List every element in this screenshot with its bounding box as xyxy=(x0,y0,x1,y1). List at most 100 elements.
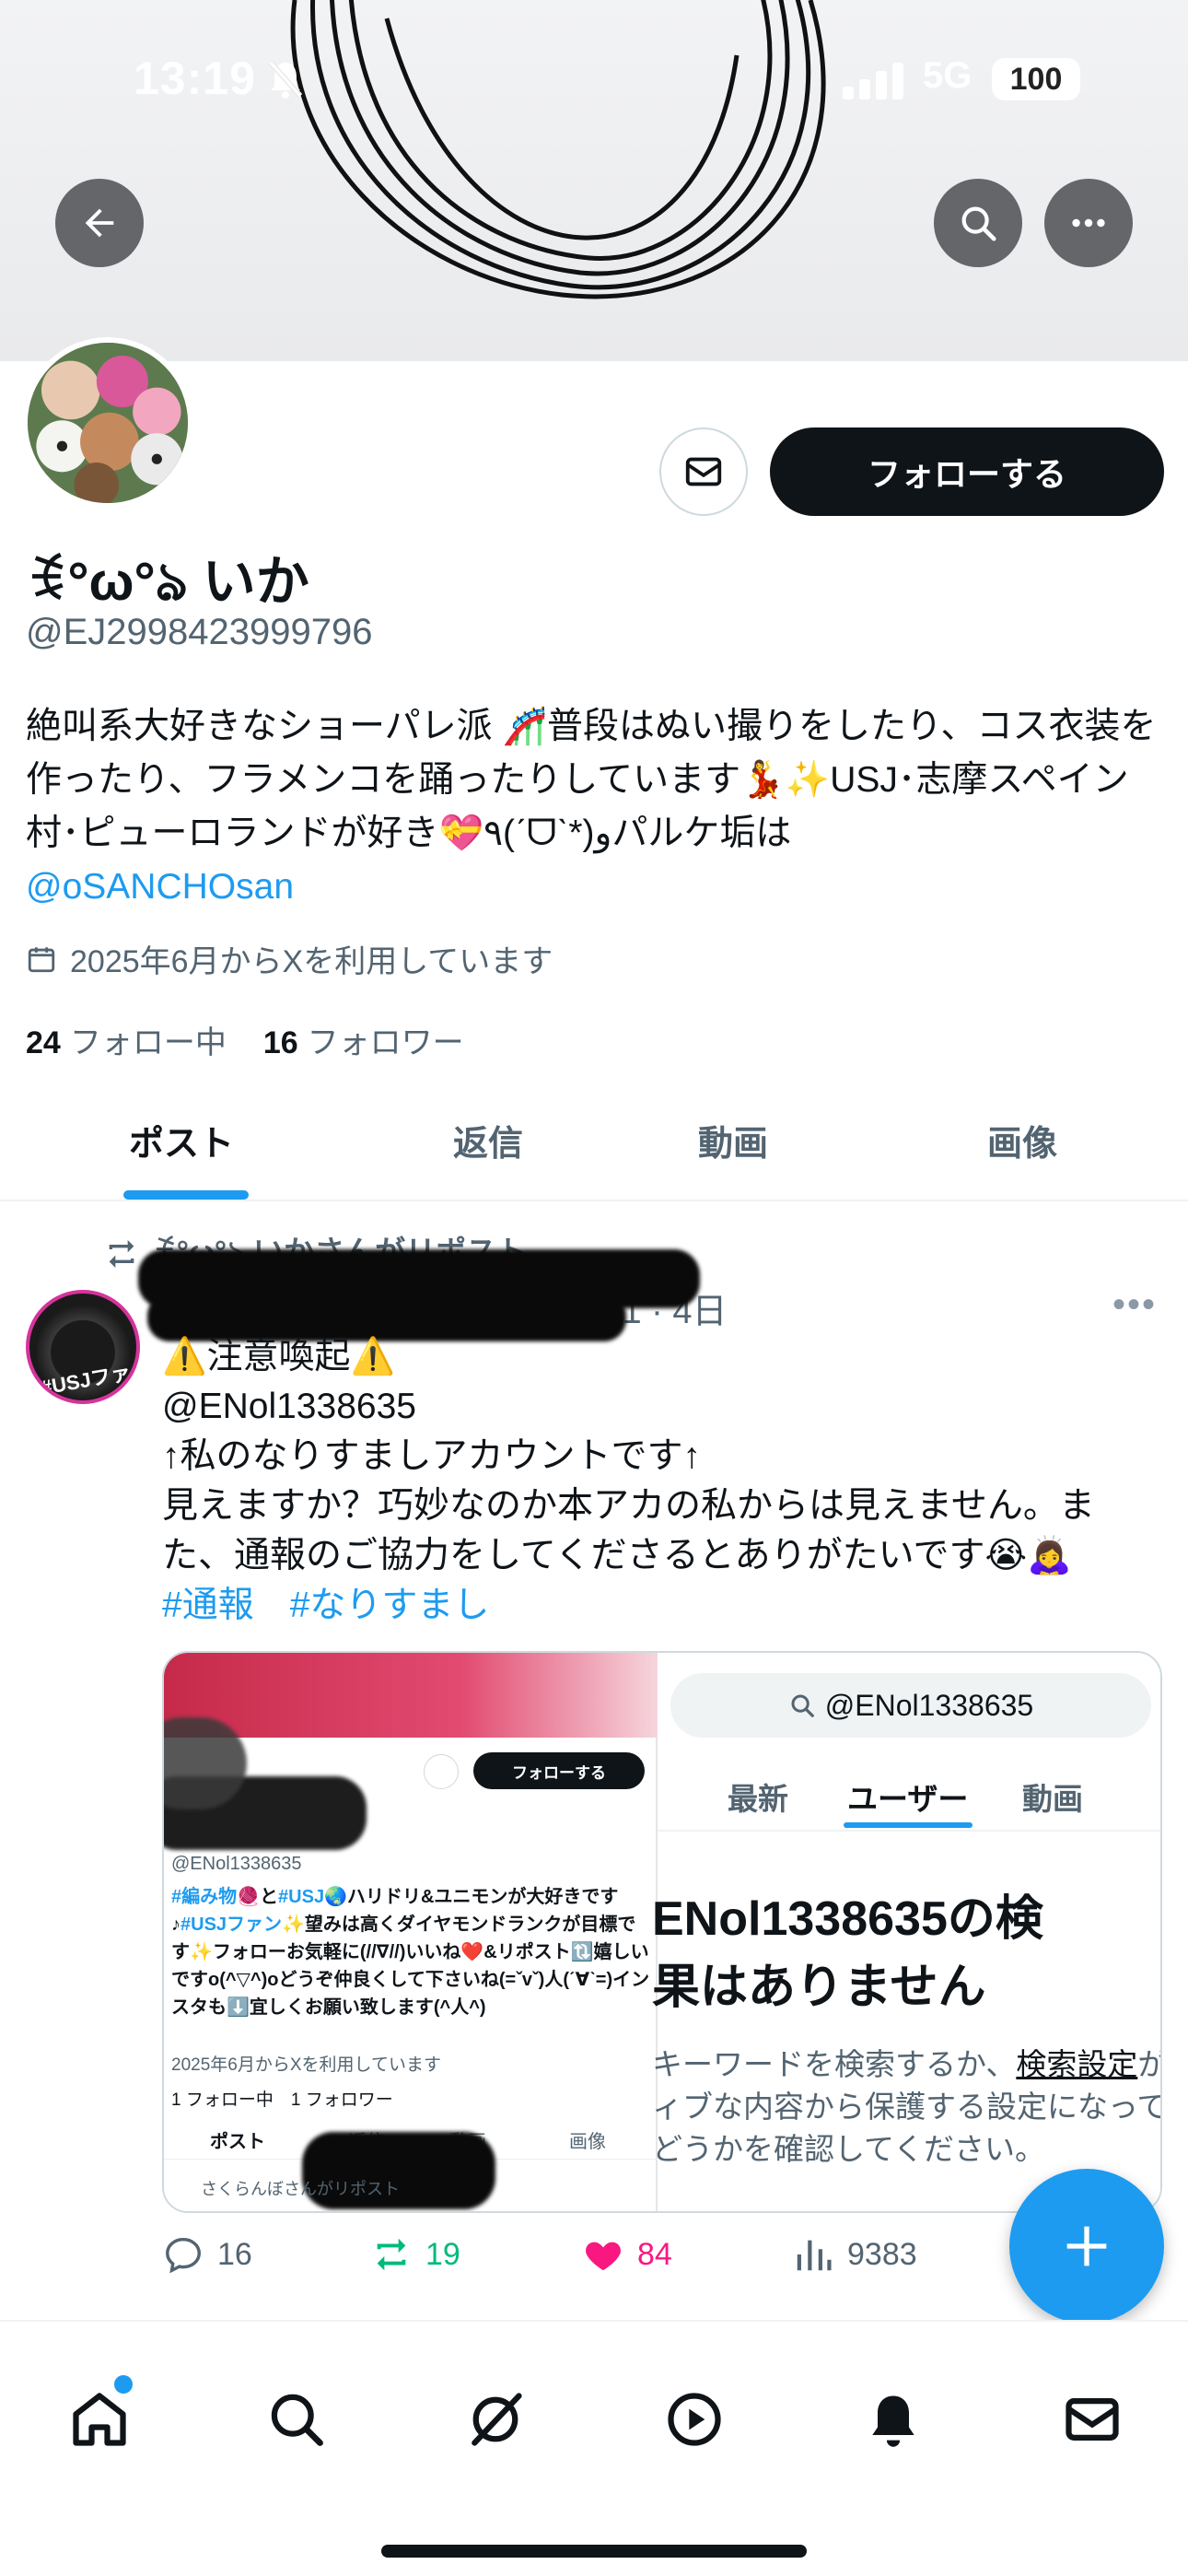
search-icon xyxy=(961,206,996,241)
more-options-button[interactable] xyxy=(1044,179,1133,267)
post-more-button[interactable]: ••• xyxy=(1112,1284,1157,1326)
impostor-tab: ポスト xyxy=(210,2132,265,2152)
search-icon xyxy=(791,1694,814,1717)
search-tab: 動画 xyxy=(1022,1782,1083,1816)
bio-tag: #USJ xyxy=(278,1887,325,1907)
reply-button[interactable]: 16 xyxy=(162,2233,252,2276)
no-results-description: キーワードを検索するか、検索設定が ィブな内容から保護する設定になって どうかを… xyxy=(652,2043,1162,2171)
desc-line: どうかを確認してください。 xyxy=(652,2132,1046,2166)
mail-icon xyxy=(1066,2398,1119,2441)
home-notification-dot xyxy=(114,2375,133,2394)
user-handle: @EJ2998423999796 xyxy=(26,612,373,652)
views-button[interactable]: 9383 xyxy=(792,2233,917,2276)
post-line-notice: ↑私のなりすましアカウントです↑ xyxy=(162,1436,702,1476)
no-results-line: ENol1338635の検 xyxy=(652,1892,1043,1946)
reply-icon xyxy=(166,2237,201,2274)
search-tab-indicator xyxy=(844,1822,973,1828)
tab-replies[interactable]: 返信 xyxy=(453,1115,523,1165)
post-image[interactable]: フォローする @ENol1338635 #編み物🧶と#USJ🌏ハリドリ&ユニモン… xyxy=(162,1651,1162,2213)
post-hashtags[interactable]: #通報 #なりすまし xyxy=(162,1581,1166,1631)
follow-button[interactable]: フォローする xyxy=(770,427,1164,516)
post-body: ⚠️注意喚起⚠️ @ENol1338635 ↑私のなりすましアカウントです↑ 見… xyxy=(162,1332,1166,1631)
following-link[interactable]: 24 フォロー中 xyxy=(26,1017,227,1062)
nav-home[interactable] xyxy=(63,2383,136,2456)
message-button[interactable] xyxy=(659,427,748,516)
plus-icon xyxy=(1066,2226,1107,2266)
search-button[interactable] xyxy=(934,179,1022,267)
impostor-joined: 2025年6月からXを利用しています xyxy=(171,2055,441,2075)
avatar-caption: #USJファン xyxy=(39,1361,133,1399)
impostor-repost-line: さくらんぼさんがリポスト xyxy=(201,2180,400,2198)
post-line-body: 見えますか？巧妙なのか本アカの私からは見えません。また、通報のご協力をしてくださ… xyxy=(162,1486,1095,1575)
view-count: 9383 xyxy=(847,2236,917,2272)
joined-text: 2025年6月からXを利用しています xyxy=(70,944,553,979)
nav-messages[interactable] xyxy=(1055,2383,1129,2456)
tab-images[interactable]: 画像 xyxy=(987,1115,1057,1165)
compose-button[interactable] xyxy=(1009,2169,1164,2324)
search-settings-link: 検索設定 xyxy=(1016,2047,1138,2081)
post-author-avatar[interactable]: #USJファン xyxy=(26,1290,140,1404)
nav-explore[interactable] xyxy=(260,2383,333,2456)
search-icon xyxy=(271,2394,323,2446)
home-icon xyxy=(73,2393,126,2446)
repost-icon xyxy=(109,1239,134,1268)
search-tab: ユーザー xyxy=(847,1782,969,1816)
joined-date: 2025年6月からXを利用しています xyxy=(26,936,553,981)
impostor-mail-icon xyxy=(424,1754,459,1789)
bell-icon xyxy=(872,2395,914,2447)
status-time: 13:19 xyxy=(134,53,256,104)
no-results-line: 果はありません xyxy=(652,1961,986,2014)
followers-link[interactable]: 16 フォロワー xyxy=(263,1017,464,1062)
home-indicator xyxy=(381,2545,807,2558)
profile-tabs: ポスト 返信 動画 画像 xyxy=(0,1078,1188,1201)
impostor-follow-button: フォローする xyxy=(473,1752,645,1789)
back-button[interactable] xyxy=(55,179,144,267)
profile-avatar[interactable] xyxy=(22,337,193,509)
nav-videos[interactable] xyxy=(658,2383,731,2456)
repost-count: 19 xyxy=(425,2236,460,2272)
grok-icon xyxy=(472,2393,522,2446)
arrow-left-icon xyxy=(85,208,114,238)
repost-icon xyxy=(377,2238,406,2271)
impostor-tab: 画像 xyxy=(569,2132,606,2152)
play-circle-icon xyxy=(668,2393,721,2446)
post-line-warning: ⚠️注意喚起⚠️ xyxy=(162,1337,396,1376)
search-tab: 最新 xyxy=(728,1782,788,1816)
desc-part: が xyxy=(1137,2047,1160,2081)
repost-button[interactable]: 19 xyxy=(370,2233,460,2276)
reply-count: 16 xyxy=(217,2236,252,2272)
tab-videos[interactable]: 動画 xyxy=(698,1115,768,1165)
search-tabs-screenshot: 最新 ユーザー 動画 xyxy=(658,1754,1160,1832)
following-count: 24 xyxy=(26,1025,61,1060)
post-line-mention: @ENol1338635 xyxy=(162,1387,416,1426)
profile-screen: 13:19 5G 100 フォローする ꉂ°ω°ঌ いか @EJ29984239… xyxy=(0,0,1188,2576)
nav-grok[interactable] xyxy=(459,2383,532,2456)
like-button[interactable]: 84 xyxy=(582,2233,672,2276)
search-query: @ENol1338635 xyxy=(824,1688,1034,1722)
bar-chart-icon xyxy=(797,2240,832,2271)
bio-link[interactable]: @oSANCHOsan xyxy=(26,867,294,907)
following-label: フォロー中 xyxy=(69,1025,227,1060)
no-results-heading: ENol1338635の検 果はありません xyxy=(652,1885,1160,2021)
impostor-counts: 1 フォロー中 1 フォロワー xyxy=(171,2090,393,2110)
desc-line: ィブな内容から保護する設定になって xyxy=(652,2090,1162,2124)
tab-posts[interactable]: ポスト xyxy=(129,1115,234,1165)
nav-notifications[interactable] xyxy=(856,2383,930,2456)
post-actions: 16 19 84 9383 xyxy=(162,2233,1083,2289)
desc-part: キーワードを検索するか、 xyxy=(652,2047,1017,2081)
plush-photo-image xyxy=(28,343,188,503)
active-tab-indicator xyxy=(123,1190,249,1200)
followers-label: フォロワー xyxy=(307,1025,464,1060)
profile-bio: 絶叫系大好きなショーパレ派 🎢普段はぬい撮りをしたり、コス衣装を作ったり、フラメ… xyxy=(26,700,1168,914)
bottom-navigation xyxy=(0,2320,1188,2576)
heart-icon xyxy=(586,2242,621,2271)
bio-text: 絶叫系大好きなショーパレ派 🎢普段はぬい撮りをしたり、コス衣装を作ったり、フラメ… xyxy=(26,707,1157,853)
calendar-icon xyxy=(28,946,55,972)
bio-tag: #編み物 xyxy=(171,1887,238,1907)
search-bar-screenshot: @ENol1338635 xyxy=(670,1673,1151,1738)
impostor-banner xyxy=(164,1653,658,1738)
battery-indicator: 100 xyxy=(992,58,1080,100)
network-type: 5G xyxy=(923,55,973,96)
follow-counts: 24 フォロー中 16 フォロワー xyxy=(26,1017,464,1062)
impostor-handle: @ENol1338635 xyxy=(171,1854,302,1874)
